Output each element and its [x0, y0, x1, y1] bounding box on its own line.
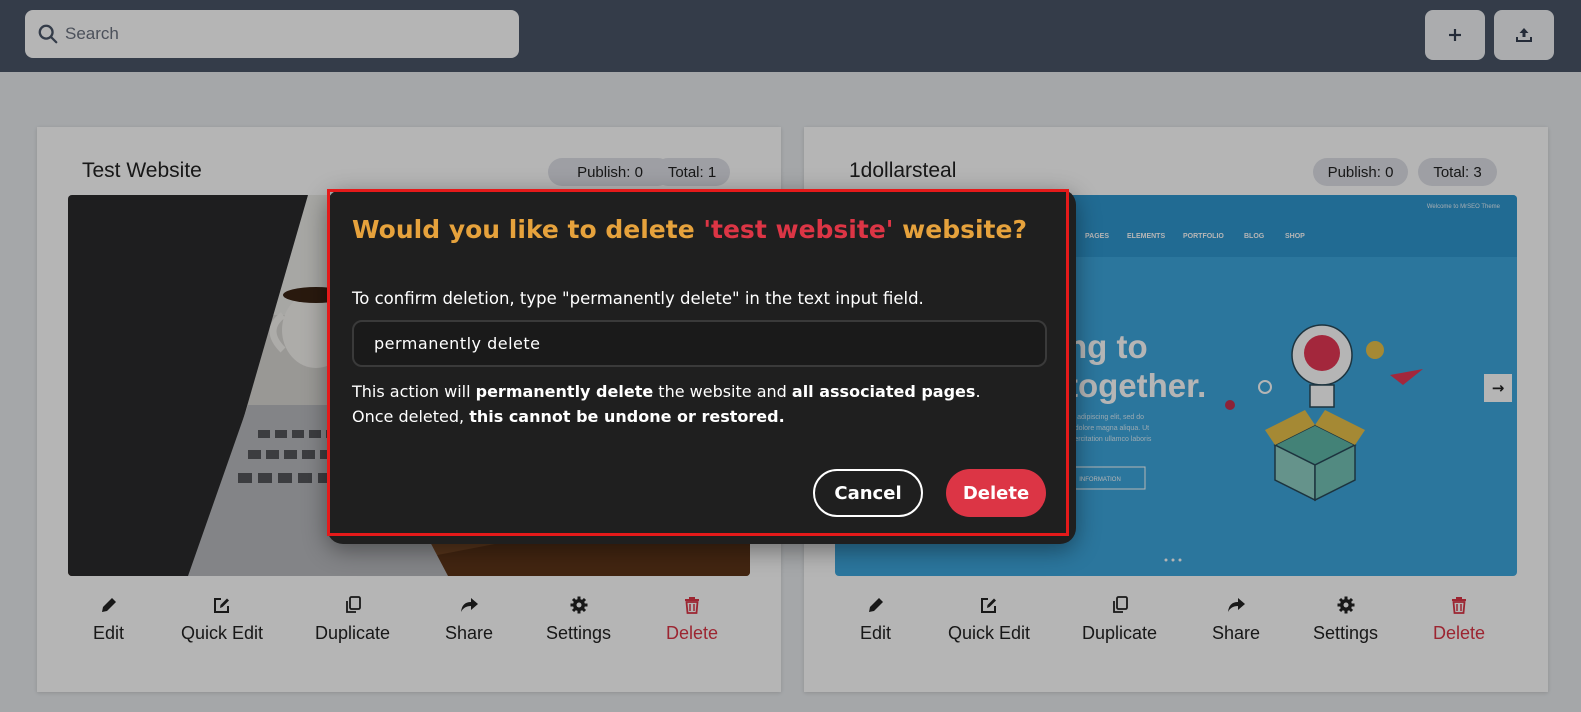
warning-text: the website and: [653, 382, 792, 401]
modal-title-suffix: website?: [893, 215, 1027, 244]
modal-warning: This action will permanently delete the …: [352, 379, 981, 429]
delete-confirmation-modal: Would you like to delete 'test website' …: [327, 189, 1076, 544]
warning-emphasis: permanently delete: [475, 382, 654, 401]
warning-emphasis: all associated pages: [791, 382, 976, 401]
modal-title: Would you like to delete 'test website' …: [352, 215, 1027, 244]
warning-emphasis: this cannot be undone or restored.: [469, 407, 785, 426]
warning-text: This action will: [352, 382, 476, 401]
cancel-button[interactable]: Cancel: [813, 469, 923, 517]
warning-text: Once deleted,: [352, 407, 470, 426]
modal-title-prefix: Would you like to delete: [352, 215, 704, 244]
warning-text: .: [975, 382, 981, 401]
modal-website-name: 'test website': [703, 215, 894, 244]
warning-line-1: This action will permanently delete the …: [352, 379, 981, 404]
delete-button[interactable]: Delete: [946, 469, 1046, 517]
modal-instruction: To confirm deletion, type "permanently d…: [352, 289, 924, 308]
confirm-delete-input[interactable]: [352, 320, 1047, 367]
warning-line-2: Once deleted, this cannot be undone or r…: [352, 404, 981, 429]
